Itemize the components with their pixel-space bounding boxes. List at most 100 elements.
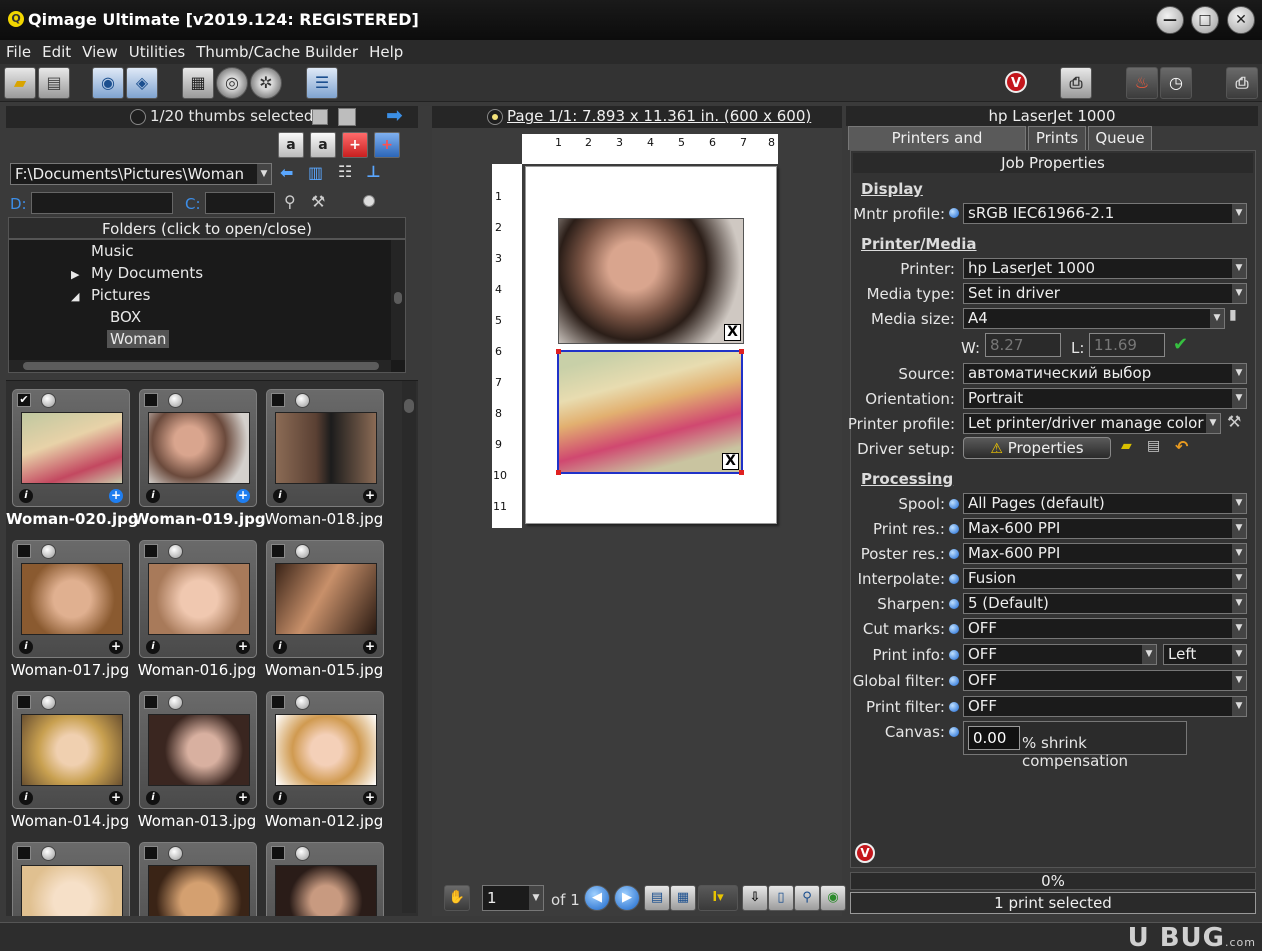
chevron-down-icon[interactable]: ▼ (1142, 645, 1156, 664)
chevron-down-icon[interactable]: ▼ (1232, 619, 1246, 638)
maximize-button[interactable]: □ (1191, 6, 1219, 34)
select-radio[interactable] (130, 109, 146, 125)
resize-handle[interactable] (739, 349, 744, 354)
spool-select[interactable]: All Pages (default) ▼ (963, 493, 1247, 514)
section-processing[interactable]: Processing (861, 470, 953, 488)
thumbnail-item[interactable]: ✔ i + (12, 389, 130, 507)
book-icon[interactable]: ▥ (308, 163, 323, 182)
thumbnail-radio[interactable] (168, 544, 183, 559)
thumbnail-item[interactable]: i + (139, 540, 257, 658)
prev-page-icon[interactable]: ◀ (584, 885, 610, 911)
orientation-select[interactable]: Portrait ▼ (963, 388, 1247, 409)
chevron-down-icon[interactable]: ▼ (1232, 284, 1246, 303)
thumbnail-item[interactable]: i + (266, 540, 384, 658)
thumb-vscroll-thumb[interactable] (404, 399, 414, 413)
menu-edit[interactable]: Edit (36, 40, 76, 64)
tree-hscroll-thumb[interactable] (23, 362, 379, 370)
undo-icon[interactable]: ↶ (1175, 437, 1188, 456)
single-page-icon[interactable]: ▤ (644, 885, 670, 911)
minimize-button[interactable]: — (1156, 6, 1184, 34)
chevron-down-icon[interactable]: ▼ (1232, 259, 1246, 278)
add-to-print-icon[interactable]: + (109, 489, 123, 503)
next-page-icon[interactable]: ▶ (614, 885, 640, 911)
chevron-down-icon[interactable]: ▼ (1232, 594, 1246, 613)
thumbnail-item[interactable]: i + (12, 540, 130, 658)
poster-res-select[interactable]: Max-600 PPI ▼ (963, 543, 1247, 564)
chevron-down-icon[interactable]: ▼ (1232, 544, 1246, 563)
add-to-print-icon[interactable]: + (109, 791, 123, 805)
thumbnail-radio[interactable] (41, 695, 56, 710)
thumbnail-radio[interactable] (295, 695, 310, 710)
add-to-print-icon[interactable]: + (236, 640, 250, 654)
thumbnail-item[interactable]: i + (266, 389, 384, 507)
thumb-vscroll[interactable] (402, 381, 416, 913)
add-to-print-icon[interactable]: + (363, 640, 377, 654)
page-layout-icon[interactable]: ☰ (306, 67, 338, 99)
thumbnail-radio[interactable] (41, 846, 56, 861)
chevron-down-icon[interactable]: ▼ (1232, 569, 1246, 588)
drive-field[interactable] (31, 192, 173, 214)
info-icon[interactable]: i (273, 640, 287, 654)
thumbnail-radio[interactable] (168, 846, 183, 861)
gear-icon[interactable]: ✲ (250, 67, 282, 99)
folder-music[interactable]: Music (91, 242, 134, 260)
open-settings-icon[interactable]: ▰ (1121, 438, 1132, 454)
sharpen-select[interactable]: 5 (Default) ▼ (963, 593, 1247, 614)
print-image-selected[interactable]: X (556, 349, 744, 475)
interpolate-select[interactable]: Fusion ▼ (963, 568, 1247, 589)
v-badge-icon[interactable]: V (1005, 71, 1027, 93)
menu-file[interactable]: File (0, 40, 36, 64)
section-printer-media[interactable]: Printer/Media (861, 235, 977, 253)
print-info-position-select[interactable]: Left ▼ (1163, 644, 1247, 665)
multi-page-icon[interactable]: ▦ (670, 885, 696, 911)
chevron-down-icon[interactable]: ▼ (1232, 645, 1246, 664)
add-to-print-icon[interactable]: + (236, 489, 250, 503)
thumbnail-radio[interactable] (41, 393, 56, 408)
printer-profile-select[interactable]: Let printer/driver manage color ▼ (963, 413, 1221, 434)
tree-vscroll-thumb[interactable] (394, 292, 402, 304)
hand-icon[interactable]: ✋ (444, 885, 470, 911)
tab-printers-and-settings[interactable]: Printers and Settings* (848, 126, 1026, 169)
folder-box[interactable]: BOX (110, 308, 141, 326)
folder-woman[interactable]: Woman (107, 330, 170, 348)
tools-icon[interactable]: ⚒ (1227, 412, 1241, 431)
chevron-down-icon[interactable]: ▼ (1232, 364, 1246, 383)
save-settings-icon[interactable]: ▤ (1147, 438, 1160, 454)
info-film-icon[interactable]: ▦ (182, 67, 214, 99)
page-number-combo[interactable]: 1 ▼ (482, 885, 544, 911)
thumbnail-checkbox[interactable] (144, 393, 158, 407)
thumbnail-checkbox[interactable] (144, 846, 158, 860)
v-badge-icon[interactable]: V (855, 843, 875, 863)
add-red-icon[interactable]: + (342, 132, 368, 158)
thumbnail-radio[interactable] (168, 393, 183, 408)
add-to-print-icon[interactable]: + (363, 791, 377, 805)
thumbnail-checkbox[interactable] (271, 393, 285, 407)
chevron-down-icon[interactable]: ▼ (1232, 697, 1246, 716)
flame-icon[interactable]: ♨ (1126, 67, 1158, 99)
folder-pictures[interactable]: Pictures (91, 286, 150, 304)
media-type-select[interactable]: Set in driver ▼ (963, 283, 1247, 304)
width-field[interactable]: 8.27 (985, 333, 1061, 357)
chevron-down-icon[interactable]: ▼ (1232, 671, 1246, 690)
info-icon[interactable]: i (146, 489, 160, 503)
menu-view[interactable]: View (76, 40, 123, 64)
back-arrow-icon[interactable]: ⬅ (280, 163, 293, 182)
thumbnail-item[interactable]: i + (266, 691, 384, 809)
thumbnail-radio[interactable] (168, 695, 183, 710)
thumbnail-item[interactable]: i + (139, 691, 257, 809)
resize-handle[interactable] (556, 470, 561, 475)
printer-select[interactable]: hp LaserJet 1000 ▼ (963, 258, 1247, 279)
resize-handle[interactable] (739, 470, 744, 475)
layers-icon[interactable]: ◈ (126, 67, 158, 99)
tab-prints[interactable]: Prints (1028, 126, 1086, 150)
thumbnail-checkbox[interactable] (271, 846, 285, 860)
thumbnail-radio[interactable] (41, 544, 56, 559)
tab-queue[interactable]: Queue (1088, 126, 1152, 150)
menu-help[interactable]: Help (363, 40, 408, 64)
add-to-print-icon[interactable]: + (236, 791, 250, 805)
page-icon[interactable]: ▯ (768, 885, 794, 911)
thumbnail-radio[interactable] (295, 846, 310, 861)
thumbnail-checkbox[interactable]: ✔ (17, 393, 31, 407)
text-overlay-icon[interactable]: a (278, 132, 304, 158)
global-filter-select[interactable]: OFF ▼ (963, 670, 1247, 691)
